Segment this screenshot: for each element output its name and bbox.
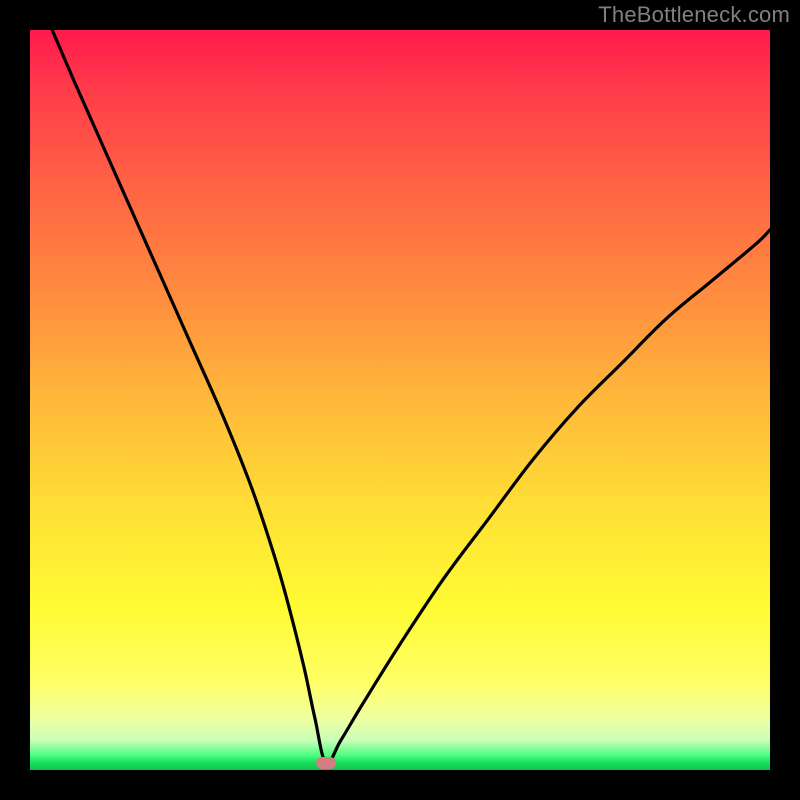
- watermark-text: TheBottleneck.com: [598, 2, 790, 28]
- plot-area: [30, 30, 770, 770]
- curve-path: [52, 30, 770, 763]
- bottleneck-curve: [30, 30, 770, 770]
- minimum-marker: [316, 757, 336, 769]
- chart-frame: TheBottleneck.com: [0, 0, 800, 800]
